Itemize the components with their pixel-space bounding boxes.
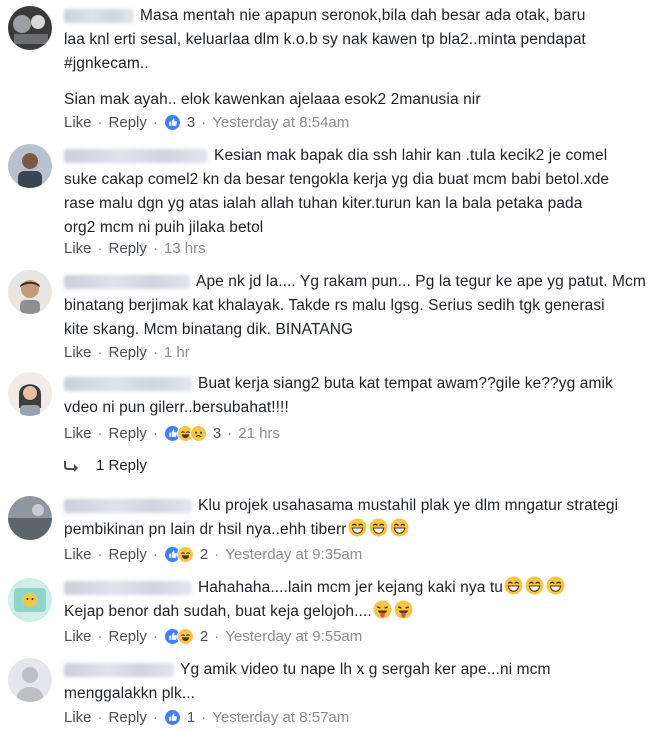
- like-icon: [163, 113, 181, 131]
- timestamp[interactable]: Yesterday at 8:57am: [212, 709, 349, 726]
- reactions[interactable]: [163, 708, 181, 726]
- like-icon: [163, 708, 181, 726]
- comment-text: Buat kerja siang2 buta kat tempat awam??…: [198, 375, 613, 392]
- comment-text: Sian mak ayah.. elok kawenkan ajelaaa es…: [64, 91, 481, 108]
- comment-text: pembikinan pn lain dr hsil nya..ehh tibe…: [64, 521, 347, 538]
- reply-button[interactable]: Reply: [109, 344, 147, 361]
- avatar[interactable]: [8, 578, 52, 622]
- replies-count[interactable]: 1 Reply: [96, 457, 147, 474]
- comment-text: Kesian mak bapak dia ssh lahir kan .tula…: [214, 147, 608, 164]
- reaction-count[interactable]: 2: [200, 546, 208, 563]
- comment-text: binatang berjimak kat khalayak. Takde rs…: [64, 297, 605, 314]
- comment-text: rase malu dgn yg atas ialah allah tuhan …: [64, 195, 583, 212]
- like-button[interactable]: Like: [64, 344, 92, 361]
- comment-text: Kejap benor dah sudah, buat keja gelojoh…: [64, 603, 372, 620]
- avatar[interactable]: [8, 270, 52, 314]
- haha-icon: [176, 545, 194, 563]
- comment-text: Masa mentah nie apapun seronok,bila dah …: [140, 7, 586, 24]
- timestamp[interactable]: 13 hrs: [164, 240, 206, 257]
- sad-icon: [189, 424, 207, 442]
- reactions[interactable]: [163, 113, 181, 131]
- avatar[interactable]: [8, 496, 52, 540]
- like-button[interactable]: Like: [64, 240, 92, 257]
- reply-button[interactable]: Reply: [109, 546, 147, 563]
- timestamp[interactable]: Yesterday at 9:35am: [225, 546, 362, 563]
- comment-feed: Masa mentah nie apapun seronok,bila dah …: [0, 0, 666, 733]
- author-name[interactable]: [64, 580, 192, 595]
- tongue-emoji-icon: [394, 600, 413, 619]
- author-name[interactable]: [64, 8, 134, 23]
- like-button[interactable]: Like: [64, 114, 92, 131]
- reply-button[interactable]: Reply: [109, 425, 147, 442]
- reply-button[interactable]: Reply: [109, 114, 147, 131]
- author-name[interactable]: [64, 148, 208, 163]
- reactions[interactable]: [163, 424, 207, 442]
- comment-text: menggalakkn plk...: [64, 685, 196, 702]
- timestamp[interactable]: Yesterday at 8:54am: [212, 114, 349, 131]
- author-name[interactable]: [64, 662, 174, 677]
- author-name[interactable]: [64, 376, 192, 391]
- comment-text: laa knl erti sesal, keluarlaa dlm k.o.b …: [64, 31, 586, 48]
- laughing-emoji-icon: [546, 576, 565, 595]
- author-name[interactable]: [64, 274, 190, 289]
- comment-text: Yg amik video tu nape lh x g sergah ker …: [180, 661, 551, 678]
- comment-text: vdeo ni pun gilerr..bersubahat!!!!: [64, 399, 289, 416]
- laughing-emoji-icon: [504, 576, 523, 595]
- avatar[interactable]: [8, 6, 52, 50]
- reactions[interactable]: [163, 545, 194, 563]
- timestamp[interactable]: 21 hrs: [238, 425, 280, 442]
- timestamp[interactable]: Yesterday at 9:55am: [225, 628, 362, 645]
- reply-button[interactable]: Reply: [109, 628, 147, 645]
- reactions[interactable]: [163, 627, 194, 645]
- laughing-emoji-icon: [390, 518, 409, 537]
- author-name[interactable]: [64, 498, 192, 513]
- tongue-emoji-icon: [373, 600, 392, 619]
- avatar[interactable]: [8, 144, 52, 188]
- like-button[interactable]: Like: [64, 709, 92, 726]
- reaction-count[interactable]: 2: [200, 628, 208, 645]
- reaction-count[interactable]: 3: [213, 425, 221, 442]
- reply-arrow-icon: [64, 460, 78, 472]
- laughing-emoji-icon: [369, 518, 388, 537]
- reaction-count[interactable]: 3: [187, 114, 195, 131]
- comment-text: Hahahaha....lain mcm jer kejang kaki nya…: [198, 579, 503, 596]
- haha-icon: [176, 627, 194, 645]
- reply-button[interactable]: Reply: [109, 240, 147, 257]
- avatar[interactable]: [8, 372, 52, 416]
- like-button[interactable]: Like: [64, 546, 92, 563]
- like-button[interactable]: Like: [64, 425, 92, 442]
- laughing-emoji-icon: [525, 576, 544, 595]
- comment-text: suke cakap comel2 kn da besar tengokla k…: [64, 171, 610, 188]
- comment-text: Klu projek usahasama mustahil plak ye dl…: [198, 497, 619, 514]
- laughing-emoji-icon: [348, 518, 367, 537]
- comment-text: Ape nk jd la.... Yg rakam pun... Pg la t…: [196, 273, 646, 290]
- comment-text: #jgnkecam..: [64, 55, 149, 72]
- comment-text: kite skang. Mcm binatang dik. BINATANG: [64, 321, 354, 338]
- reaction-count[interactable]: 1: [187, 709, 195, 726]
- view-replies-link[interactable]: 1 Reply: [64, 457, 147, 474]
- timestamp[interactable]: 1 hr: [164, 344, 190, 361]
- like-button[interactable]: Like: [64, 628, 92, 645]
- avatar[interactable]: [8, 658, 52, 702]
- reply-button[interactable]: Reply: [109, 709, 147, 726]
